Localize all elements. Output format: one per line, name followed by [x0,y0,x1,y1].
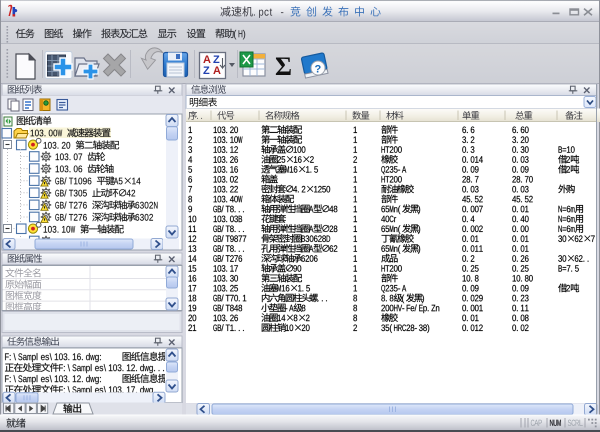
svg-text:?: ? [315,64,322,76]
svg-text:A: A [213,65,221,77]
svg-text:Σ: Σ [275,52,292,81]
svg-text:Z: Z [203,65,210,77]
